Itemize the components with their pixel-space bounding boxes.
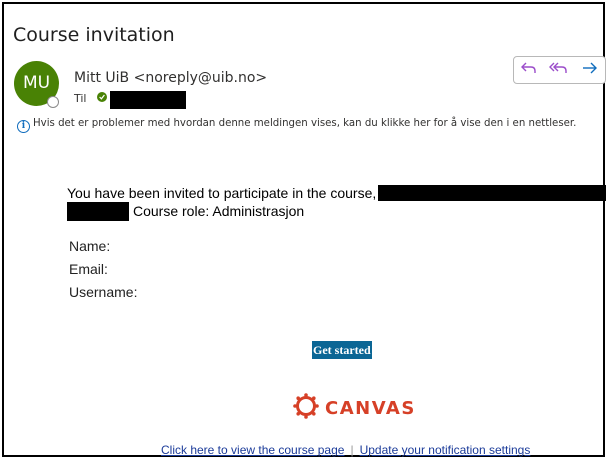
footer-links: Click here to view the course page | Updat…	[161, 443, 530, 457]
reply-button[interactable]	[514, 57, 544, 83]
invite-text: You have been invited to participate in …	[67, 185, 377, 201]
email-window: Course invitation MU Mitt UiB <noreply@u…	[2, 2, 606, 457]
footer-separator: |	[350, 443, 354, 457]
sender-name[interactable]: Mitt UiB <noreply@uib.no>	[74, 70, 267, 86]
notification-settings-link[interactable]: Update your notification settings	[360, 443, 531, 457]
redacted-course-code	[67, 202, 129, 221]
forward-button[interactable]	[575, 57, 605, 83]
message-actions	[513, 56, 606, 84]
canvas-logo-text: CANVAS	[325, 397, 416, 419]
course-role: Course role: Administrasjon	[133, 203, 305, 219]
email-label: Email:	[69, 261, 108, 277]
redacted-course-name	[378, 185, 606, 201]
redacted-recipient	[110, 91, 186, 109]
name-label: Name:	[69, 238, 111, 254]
view-course-link[interactable]: Click here to view the course page	[161, 443, 344, 457]
reply-all-button[interactable]	[544, 57, 574, 83]
get-started-button[interactable]: Get started	[312, 341, 372, 359]
presence-status-icon	[47, 96, 59, 108]
username-label: Username:	[69, 284, 138, 300]
email-subject: Course invitation	[13, 24, 175, 46]
info-banner[interactable]: i Hvis det er problemer med hvordan denne…	[17, 118, 576, 133]
reply-all-icon	[549, 60, 569, 81]
reply-icon	[520, 60, 538, 81]
info-banner-text: Hvis det er problemer med hvordan denne …	[33, 118, 577, 129]
to-label: Til	[74, 92, 87, 105]
info-icon: i	[17, 120, 30, 133]
check-icon	[97, 92, 107, 102]
canvas-logo[interactable]: CANVAS	[293, 392, 416, 424]
canvas-logo-icon	[293, 392, 319, 424]
forward-icon	[581, 60, 599, 81]
